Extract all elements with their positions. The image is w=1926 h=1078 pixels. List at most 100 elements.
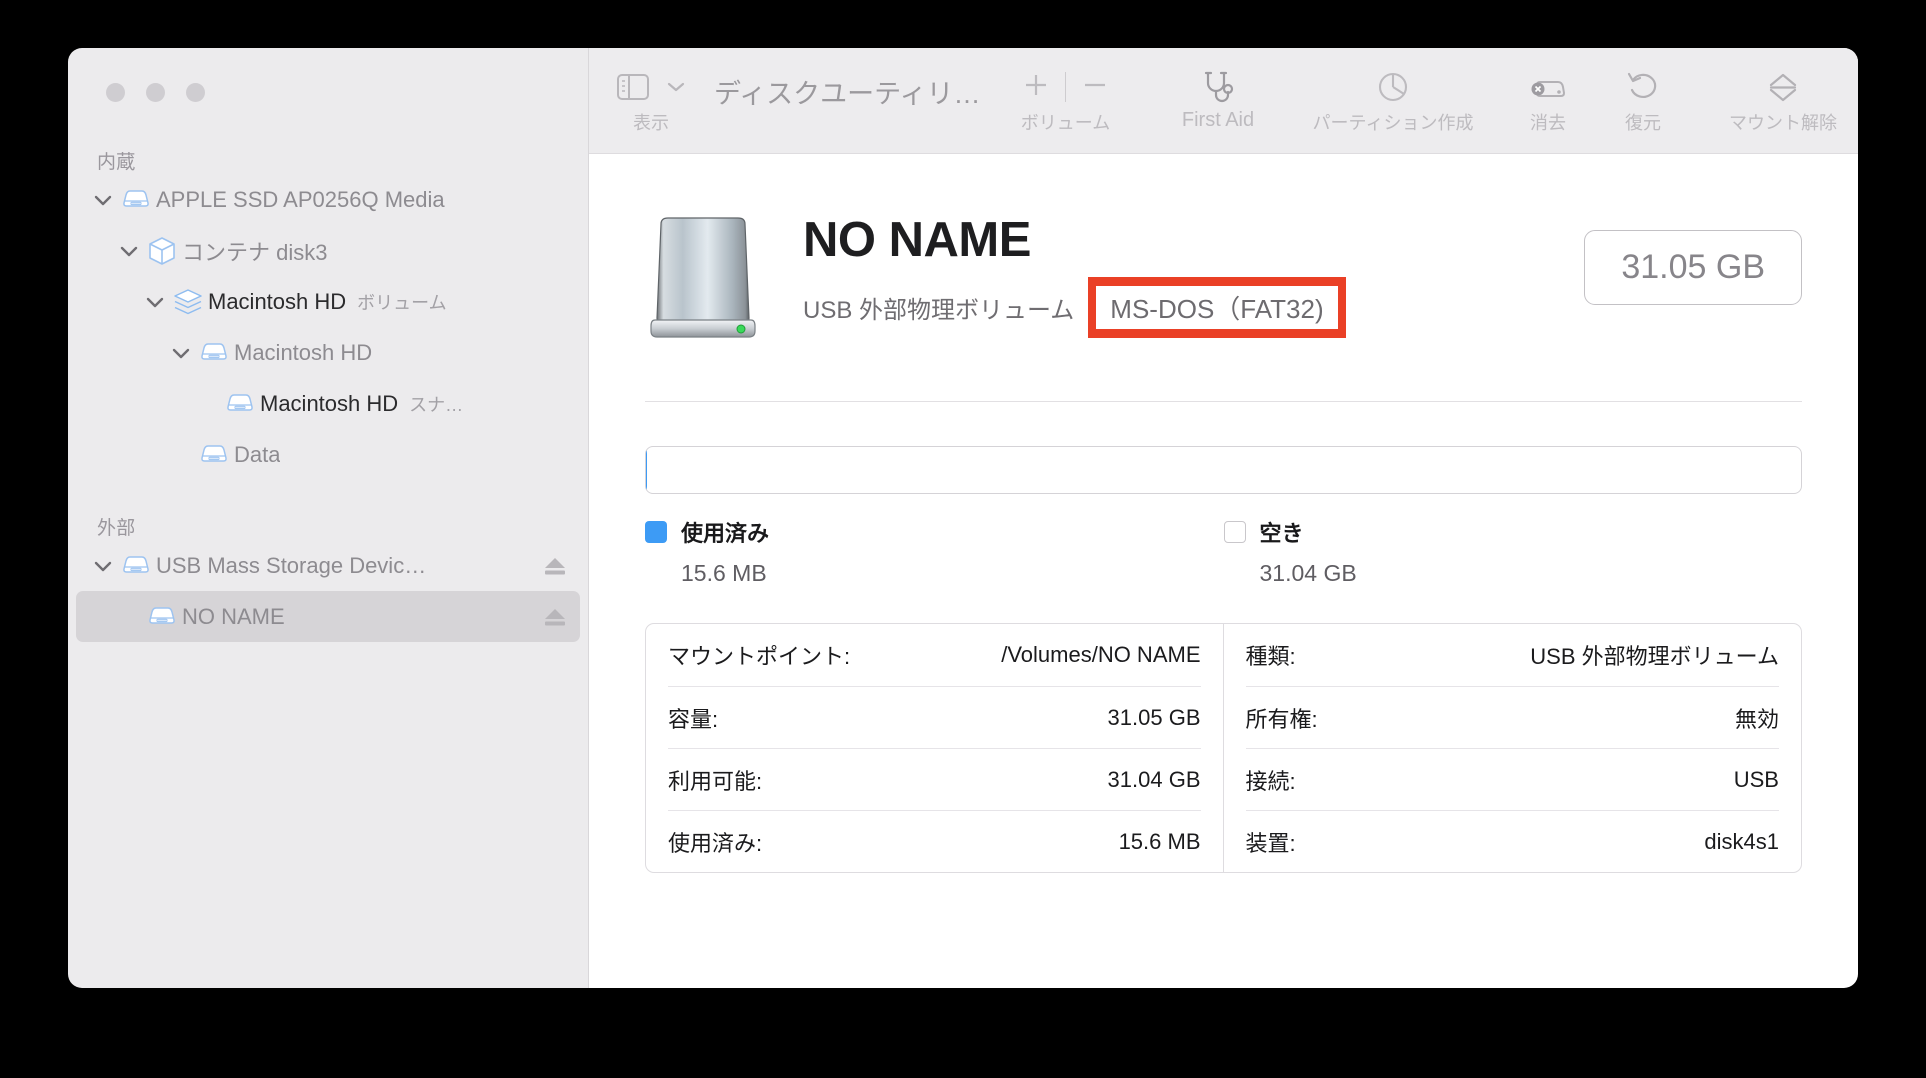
disk-icon	[194, 341, 234, 365]
main-pane: 表示 ディスクユーティリ… ボリューム First Aid パーティション作成 …	[589, 48, 1858, 988]
container-icon	[149, 236, 175, 265]
disk-icon	[220, 392, 260, 416]
first-aid-button[interactable]: First Aid	[1151, 48, 1286, 132]
disclosure-triangle[interactable]	[142, 295, 168, 309]
erase-button[interactable]: 消去	[1501, 48, 1596, 135]
eject-icon	[545, 608, 565, 625]
volume-detail-pane: NO NAME USB 外部物理ボリューム MS-DOS（FAT32) 31.0…	[589, 154, 1858, 988]
minimize-button[interactable]	[146, 83, 165, 102]
eject-button[interactable]	[542, 554, 568, 578]
volume-stack-icon	[174, 288, 202, 314]
disk-icon	[201, 342, 227, 360]
sidebar-item-sublabel: スナ…	[409, 394, 464, 415]
info-row: マウントポイント: /Volumes/NO NAME	[668, 624, 1201, 686]
volume-label: ボリューム	[1020, 113, 1111, 133]
sidebar-item-label: コンテナ disk3	[182, 239, 328, 265]
first-aid-label: First Aid	[1181, 109, 1255, 131]
info-value: 31.05 GB	[1107, 704, 1201, 730]
used-value: 15.6 MB	[681, 560, 767, 586]
sidebar-item-usb-mass-storage-devic[interactable]: USB Mass Storage Devic…	[76, 540, 580, 591]
erase-disk-icon	[1531, 81, 1566, 97]
sidebar-item-disk3[interactable]: コンテナ disk3	[76, 225, 580, 276]
restore-button[interactable]: 復元	[1596, 48, 1691, 135]
disk-icon	[142, 605, 182, 629]
close-button[interactable]	[106, 83, 125, 102]
sidebar-toggle-icon	[617, 74, 649, 100]
disk-icon	[123, 555, 149, 573]
container-icon	[142, 236, 182, 266]
disk-icon	[149, 606, 175, 624]
add-volume-button[interactable]	[1021, 70, 1051, 105]
usage-bar	[645, 446, 1802, 494]
partition-button[interactable]: パーティション作成	[1286, 48, 1501, 135]
volume-format: MS-DOS（FAT32)	[1110, 294, 1324, 324]
sidebar-item-sublabel: ボリューム	[357, 292, 447, 313]
sidebar-item-data[interactable]: Data	[76, 429, 580, 480]
used-label: 使用済み	[681, 521, 770, 546]
chevron-down-icon	[146, 297, 164, 307]
volume-buttons-group: ボリューム	[981, 48, 1151, 135]
chevron-down-icon	[94, 561, 112, 571]
legend-item-used: 使用済み 15.6 MB	[645, 516, 1224, 587]
info-key: 容量:	[668, 706, 719, 732]
unmount-button[interactable]: マウント解除	[1691, 48, 1859, 135]
restore-label: 復元	[1625, 113, 1661, 133]
sidebar-item-macintosh-hd[interactable]: Macintosh HD ボリューム	[76, 276, 580, 327]
info-value: /Volumes/NO NAME	[1001, 642, 1201, 667]
legend-item-free: 空き 31.04 GB	[1223, 516, 1803, 587]
disclosure-triangle[interactable]	[116, 244, 142, 258]
pie-chart-icon	[1378, 72, 1408, 102]
free-label: 空き	[1259, 521, 1304, 546]
sidebar-item-macintosh-hd[interactable]: Macintosh HD スナ…	[76, 378, 580, 429]
info-row: 利用可能: 31.04 GB	[668, 748, 1201, 810]
eject-icon	[545, 557, 565, 574]
sidebar-item-macintosh-hd[interactable]: Macintosh HD	[76, 327, 580, 378]
disclosure-triangle[interactable]	[90, 559, 116, 573]
sidebar-item-label: USB Mass Storage Devic…	[156, 552, 427, 578]
volume-title-block: NO NAME USB 外部物理ボリューム MS-DOS（FAT32)	[803, 208, 1346, 338]
usage-legend: 使用済み 15.6 MB 空き 31.04 GB	[645, 516, 1802, 587]
sidebar-item-label: APPLE SSD AP0256Q Media	[156, 186, 445, 212]
disk-icon	[116, 188, 156, 212]
window-title: ディスクユーティリ…	[714, 79, 981, 109]
unmount-icon	[1769, 73, 1797, 102]
info-value: USB	[1733, 766, 1779, 792]
disk-icon	[227, 393, 253, 411]
volume-name: NO NAME	[803, 213, 1031, 267]
info-value: USB 外部物理ボリューム	[1530, 644, 1779, 669]
info-key: マウントポイント:	[668, 644, 851, 669]
stethoscope-icon	[1204, 71, 1234, 103]
info-key: 使用済み:	[668, 830, 763, 856]
info-value: disk4s1	[1704, 828, 1779, 854]
disk-icon	[194, 443, 234, 467]
sidebar-section-header: 内蔵	[97, 152, 136, 173]
disclosure-triangle[interactable]	[168, 346, 194, 360]
sidebar-item-no-name[interactable]: NO NAME	[76, 591, 580, 642]
sidebar-item-apple-ssd-ap0256q-media[interactable]: APPLE SSD AP0256Q Media	[76, 174, 580, 225]
info-row: 所有権: 無効	[1245, 686, 1779, 748]
free-color-swatch	[1223, 521, 1246, 543]
plus-icon	[1026, 74, 1046, 95]
volume-info-table: マウントポイント: /Volumes/NO NAME 容量: 31.05 GB 利用可能…	[645, 623, 1802, 873]
info-row: 装置: disk4s1	[1245, 810, 1779, 872]
remove-volume-button[interactable]	[1080, 70, 1110, 105]
sidebar-item-label: Macintosh HD	[234, 339, 373, 365]
view-toggle-button[interactable]: 表示	[617, 48, 685, 135]
eject-button[interactable]	[542, 605, 568, 629]
volume-hero: NO NAME USB 外部物理ボリューム MS-DOS（FAT32) 31.0…	[645, 194, 1802, 347]
zoom-button[interactable]	[186, 83, 205, 102]
disclosure-triangle[interactable]	[90, 193, 116, 207]
hero-divider	[645, 401, 1802, 402]
toolbar-divider	[1065, 72, 1066, 102]
disk-utility-window: 内蔵 APPLE SSD AP0256Q Media コンテナ disk3 Macin…	[68, 48, 1858, 988]
info-column-left: マウントポイント: /Volumes/NO NAME 容量: 31.05 GB 利用可能…	[646, 624, 1224, 872]
disk-icon	[116, 554, 156, 578]
info-key: 利用可能:	[668, 768, 763, 794]
partition-label: パーティション作成	[1312, 113, 1474, 133]
format-highlight-annotation: MS-DOS（FAT32)	[1088, 277, 1346, 338]
sidebar-item-label: NO NAME	[182, 603, 285, 629]
chevron-down-icon	[120, 246, 138, 256]
volume-kind: USB 外部物理ボリューム	[803, 297, 1075, 324]
sidebar: 内蔵 APPLE SSD AP0256Q Media コンテナ disk3 Macin…	[68, 48, 589, 988]
info-key: 種類:	[1245, 644, 1296, 669]
